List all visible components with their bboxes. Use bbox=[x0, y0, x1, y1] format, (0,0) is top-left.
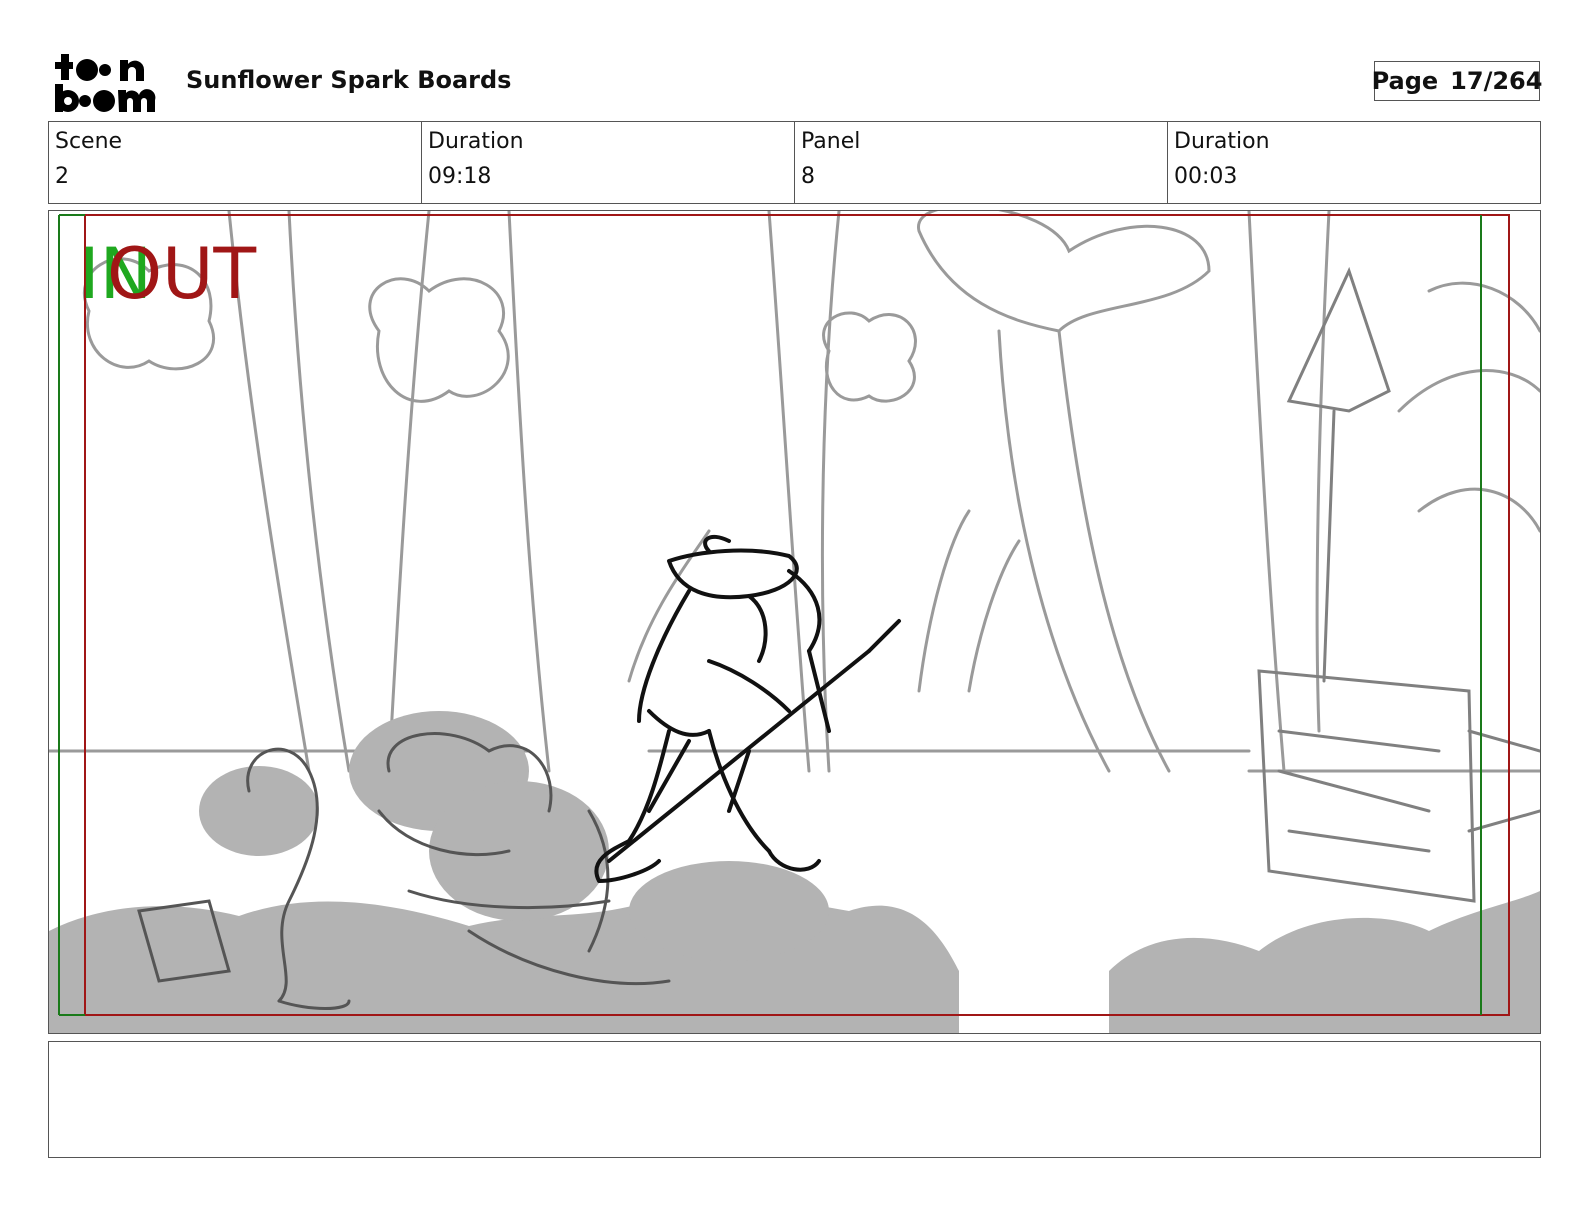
storyboard-panel: IN OUT bbox=[48, 210, 1541, 1034]
panel-sketch-image bbox=[49, 211, 1540, 1033]
panel-cell: Panel 8 bbox=[795, 122, 1168, 203]
page-label: Page bbox=[1371, 67, 1439, 95]
panel-duration-value: 00:03 bbox=[1174, 164, 1238, 189]
page-number: 17/264 bbox=[1450, 67, 1543, 95]
scene-duration-value: 09:18 bbox=[428, 164, 492, 189]
panel-info-table: Scene 2 Duration 09:18 Panel 8 Duration … bbox=[48, 121, 1541, 204]
project-title: Sunflower Spark Boards bbox=[186, 66, 512, 94]
scene-cell: Scene 2 bbox=[49, 122, 422, 203]
scene-value: 2 bbox=[55, 164, 69, 189]
scene-label: Scene bbox=[55, 129, 123, 154]
scene-duration-label: Duration bbox=[428, 129, 524, 154]
panel-notes bbox=[48, 1041, 1541, 1158]
page-indicator: Page 17/264 bbox=[1371, 61, 1543, 101]
panel-value: 8 bbox=[801, 164, 815, 189]
panel-duration-cell: Duration 00:03 bbox=[1168, 122, 1540, 203]
scene-duration-cell: Duration 09:18 bbox=[422, 122, 795, 203]
out-marker: OUT bbox=[107, 233, 257, 315]
panel-label: Panel bbox=[801, 129, 861, 154]
toonboom-logo bbox=[55, 54, 156, 112]
panel-duration-label: Duration bbox=[1174, 129, 1270, 154]
